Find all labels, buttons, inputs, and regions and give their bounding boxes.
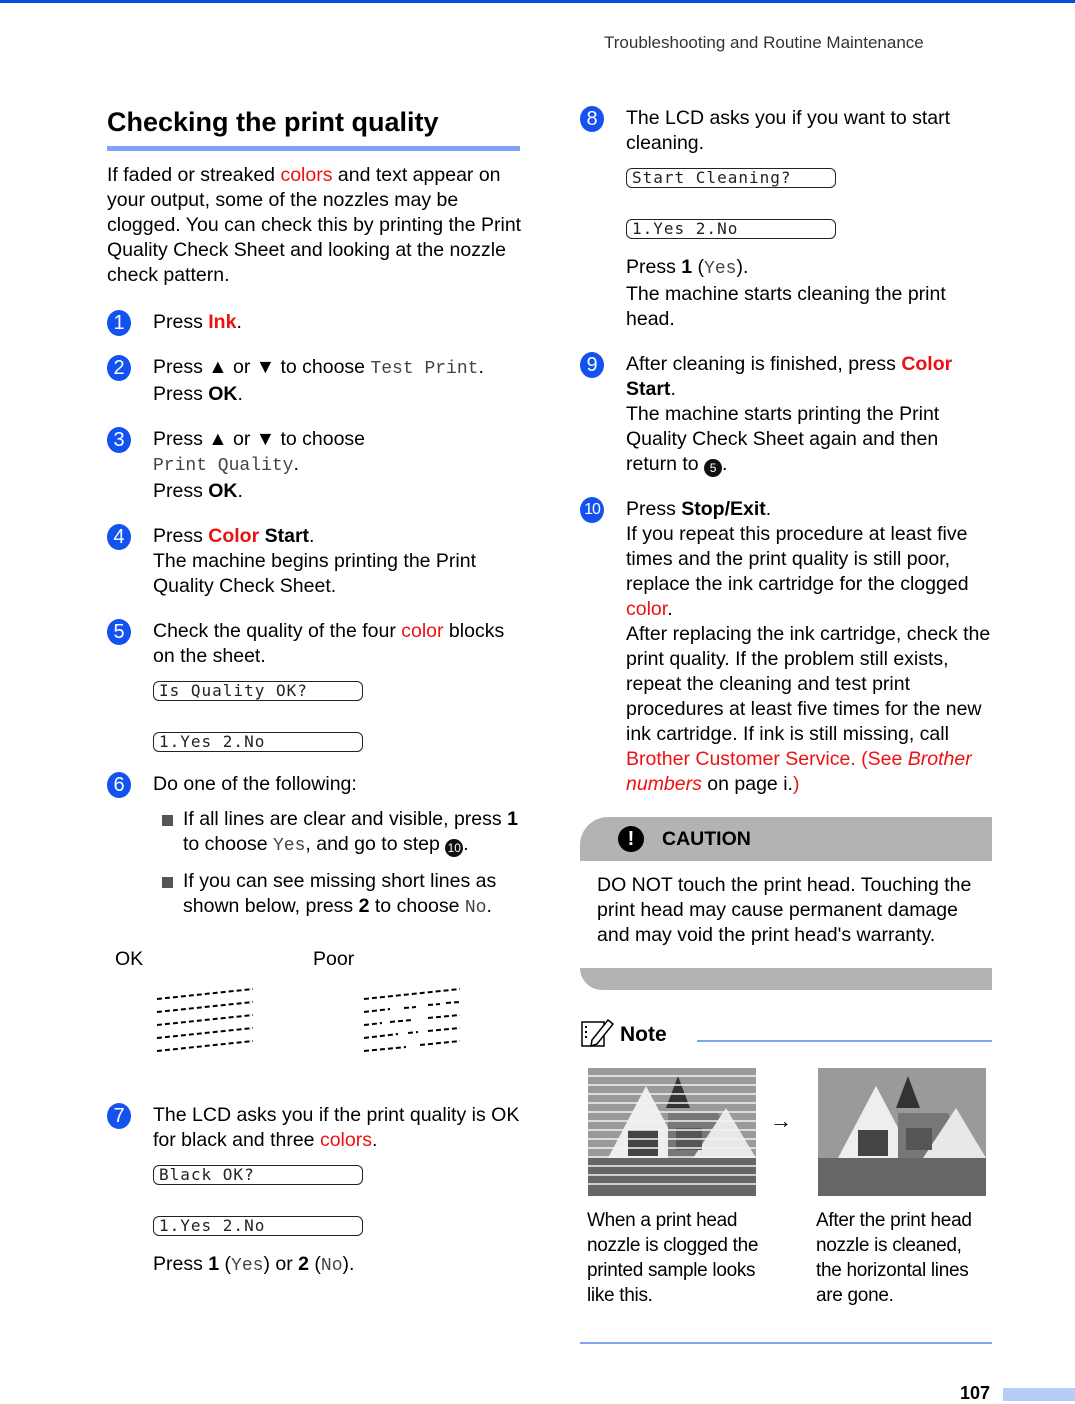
colors-link[interactable]: colors [320,1129,372,1151]
title-rule [107,146,520,151]
running-header: Troubleshooting and Routine Maintenance [604,33,924,52]
bullet-item: If all lines are clear and visible, pres… [153,807,527,859]
step-number-10: 10 [580,497,604,523]
step-8-instruction: Press 1 (Yes). The machine starts cleanin… [626,256,946,330]
step-9: 9 After cleaning is finished, press Colo… [580,352,992,477]
caution-text: DO NOT touch the print head. Touching th… [597,874,972,946]
step-number-9: 9 [580,352,604,378]
right-column: 8 The LCD asks you if you want to start … [580,100,992,1338]
color-link[interactable]: color [626,598,667,620]
ink-key: Ink [208,311,237,333]
lcd-display-line1: Black OK? [153,1165,363,1185]
step-10: 10 Press Stop/Exit. If you repeat this p… [580,497,992,797]
step-reference-10[interactable]: 10 [445,839,464,857]
nozzle-pattern-figure: OK Poor [107,947,527,1087]
page-tab-marker [1003,1388,1075,1401]
stop-exit-key: Stop/Exit [681,498,766,520]
ok-key: OK [208,480,238,502]
note-photos: → When a print head nozzle is clogged th… [580,1068,992,1338]
bullet-item: If you can see missing short lines as sh… [153,869,527,921]
menu-test-print: Test Print [370,359,479,379]
caution-label: CAUTION [662,828,751,850]
lcd-display-line2: 1.Yes 2.No [626,219,836,239]
clogged-sample-image [588,1068,756,1196]
step-reference-5[interactable]: 5 [704,459,723,477]
step-3: 3 Press ▲ or ▼ to choose Print Quality. … [107,427,527,504]
step-number-6: 6 [107,772,131,798]
ok-pattern-image [156,988,254,1052]
top-rule [0,0,1075,3]
step-number-1: 1 [107,310,131,336]
step-1: 1 Press Ink. [107,310,527,336]
step-2: 2 Press ▲ or ▼ to choose Test Print. Pre… [107,355,527,407]
ok-key: OK [208,383,238,405]
note-bottom-rule [580,1342,992,1344]
color-key: Color [208,525,260,547]
color-key: Color [901,353,953,375]
note-rule [697,1040,992,1042]
poor-label: Poor [313,948,355,970]
step-number-4: 4 [107,524,131,550]
clogged-caption: When a print head nozzle is clogged the … [587,1210,759,1306]
poor-pattern-image [363,988,461,1052]
lcd-display-line2: 1.Yes 2.No [153,732,363,752]
step-8: 8 The LCD asks you if you want to start … [580,106,992,332]
step-number-8: 8 [580,106,604,132]
note-pencil-icon [581,1018,615,1048]
step-number-7: 7 [107,1103,131,1129]
lcd-display-line1: Is Quality OK? [153,681,363,701]
cleaned-caption: After the print head nozzle is cleaned, … [816,1210,972,1306]
note-label: Note [620,1023,667,1046]
color-link[interactable]: color [401,620,443,642]
cleaned-sample-image [818,1068,986,1196]
intro-paragraph: If faded or streaked colors and text app… [107,164,522,286]
step-5: 5 Check the quality of the four color bl… [107,619,527,752]
arrow-right-icon: → [770,1108,792,1133]
caution-header: ! CAUTION [580,817,992,861]
bullet-square-icon [162,815,173,826]
step-6: 6 Do one of the following: If all lines … [107,772,527,1087]
left-column: Checking the print quality If faded or s… [107,100,527,1279]
step-number-3: 3 [107,427,131,453]
note-header: Note [580,1012,992,1052]
lcd-display-line1: Start Cleaning? [626,168,836,188]
colors-link[interactable]: colors [280,164,332,186]
caution-footer-bar [580,968,992,990]
step-7-instruction: Press 1 (Yes) or 2 (No). [153,1253,355,1276]
step-7: 7 The LCD asks you if the print quality … [107,1103,527,1279]
lcd-display-line2: 1.Yes 2.No [153,1216,363,1236]
exclamation-icon: ! [618,826,644,852]
customer-service-link[interactable]: Brother Customer Service. (See [626,748,908,770]
ok-label: OK [115,948,144,970]
menu-print-quality: Print Quality [153,456,294,476]
step-number-2: 2 [107,355,131,381]
section-title: Checking the print quality [107,107,439,137]
step-4: 4 Press Color Start. The machine begins … [107,524,527,599]
bullet-square-icon [162,877,173,888]
step-number-5: 5 [107,619,131,645]
